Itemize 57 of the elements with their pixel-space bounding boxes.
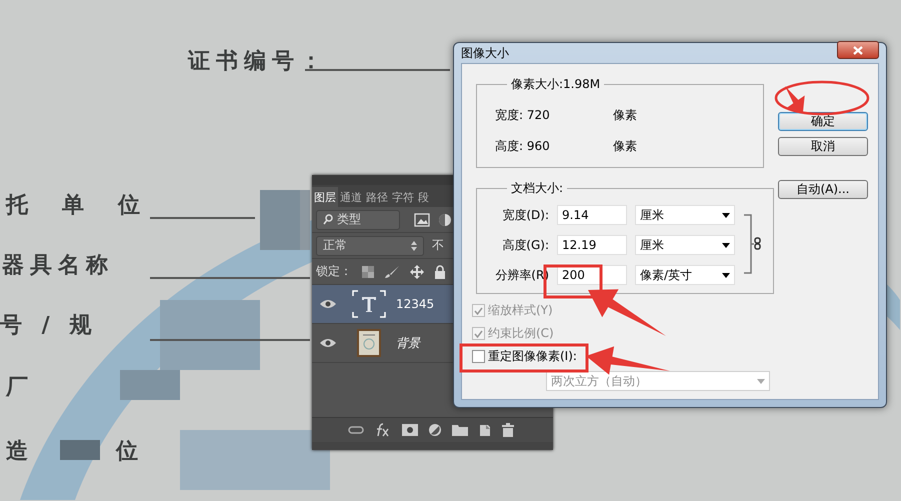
eye-icon[interactable]: [320, 299, 336, 309]
folder-icon[interactable]: [452, 424, 468, 436]
unit-label: 像素: [613, 107, 638, 124]
document-label: 厂: [6, 374, 34, 402]
move-icon[interactable]: [410, 264, 424, 278]
input-field[interactable]: 12.19: [557, 235, 627, 255]
brush-icon[interactable]: [384, 264, 400, 278]
dialog-button[interactable]: 确定: [778, 112, 868, 131]
caret-icon: [722, 212, 730, 218]
field-label: 宽度(D):: [501, 206, 549, 224]
blend-mode-dropdown[interactable]: 正常: [316, 236, 424, 256]
checkbox[interactable]: [472, 350, 485, 363]
stepper-arrows-icon: [411, 240, 417, 250]
dialog-button[interactable]: 自动(A)...: [778, 180, 868, 199]
lock-icon[interactable]: [434, 264, 446, 278]
document-label: 证书编号：: [188, 48, 328, 76]
panel-tab[interactable]: 图层: [312, 187, 338, 207]
dialog-button[interactable]: 取消: [778, 137, 868, 156]
eye-icon[interactable]: [320, 338, 336, 348]
document-label: 器具名称: [2, 252, 114, 280]
dialog-title: 图像大小: [461, 44, 509, 62]
text-layer-icon: [352, 290, 386, 318]
dimension-reading: 高度: 960: [495, 138, 551, 155]
mask-icon[interactable]: [402, 424, 418, 436]
adjustment-icon[interactable]: [428, 423, 442, 437]
lock-label: 锁定：: [316, 263, 352, 280]
input-field[interactable]: 9.14: [557, 205, 627, 225]
group-title: 文档大小:: [510, 180, 564, 197]
field-label: 高度(G):: [501, 236, 549, 254]
close-icon: [853, 46, 863, 54]
unit-dropdown[interactable]: 像素/英寸: [635, 265, 735, 285]
caret-icon: [757, 378, 765, 384]
caret-icon: [722, 242, 730, 248]
pointer-arrow: [785, 86, 805, 112]
adjustment-filter-icon[interactable]: [438, 212, 452, 226]
layer-name: 12345: [396, 297, 434, 311]
group-title: 像素大小:1.98M: [510, 76, 602, 93]
unit-dropdown[interactable]: 厘米: [635, 205, 735, 225]
unit-label: 像素: [613, 138, 638, 155]
new-layer-icon[interactable]: [478, 423, 492, 437]
unit-dropdown[interactable]: 厘米: [635, 235, 735, 255]
document-label: 号 / 规: [0, 312, 98, 340]
document-label: 位: [116, 438, 144, 466]
caret-icon: [722, 272, 730, 278]
image-filter-icon[interactable]: [414, 212, 430, 226]
resize-grip[interactable]: [312, 442, 553, 450]
layer-name: 背景: [396, 334, 420, 352]
close-button[interactable]: [837, 41, 879, 59]
search-icon: [323, 214, 333, 225]
document-label: 造: [6, 438, 34, 466]
document-label: 托 单 位: [6, 192, 146, 220]
link-icon[interactable]: [348, 425, 364, 435]
checkerboard-icon[interactable]: [362, 266, 374, 278]
filter-dropdown[interactable]: 类型: [316, 210, 400, 230]
trash-icon[interactable]: [502, 423, 514, 437]
opacity-label: 不: [432, 237, 444, 254]
dimension-reading: 宽度: 720: [495, 107, 551, 124]
